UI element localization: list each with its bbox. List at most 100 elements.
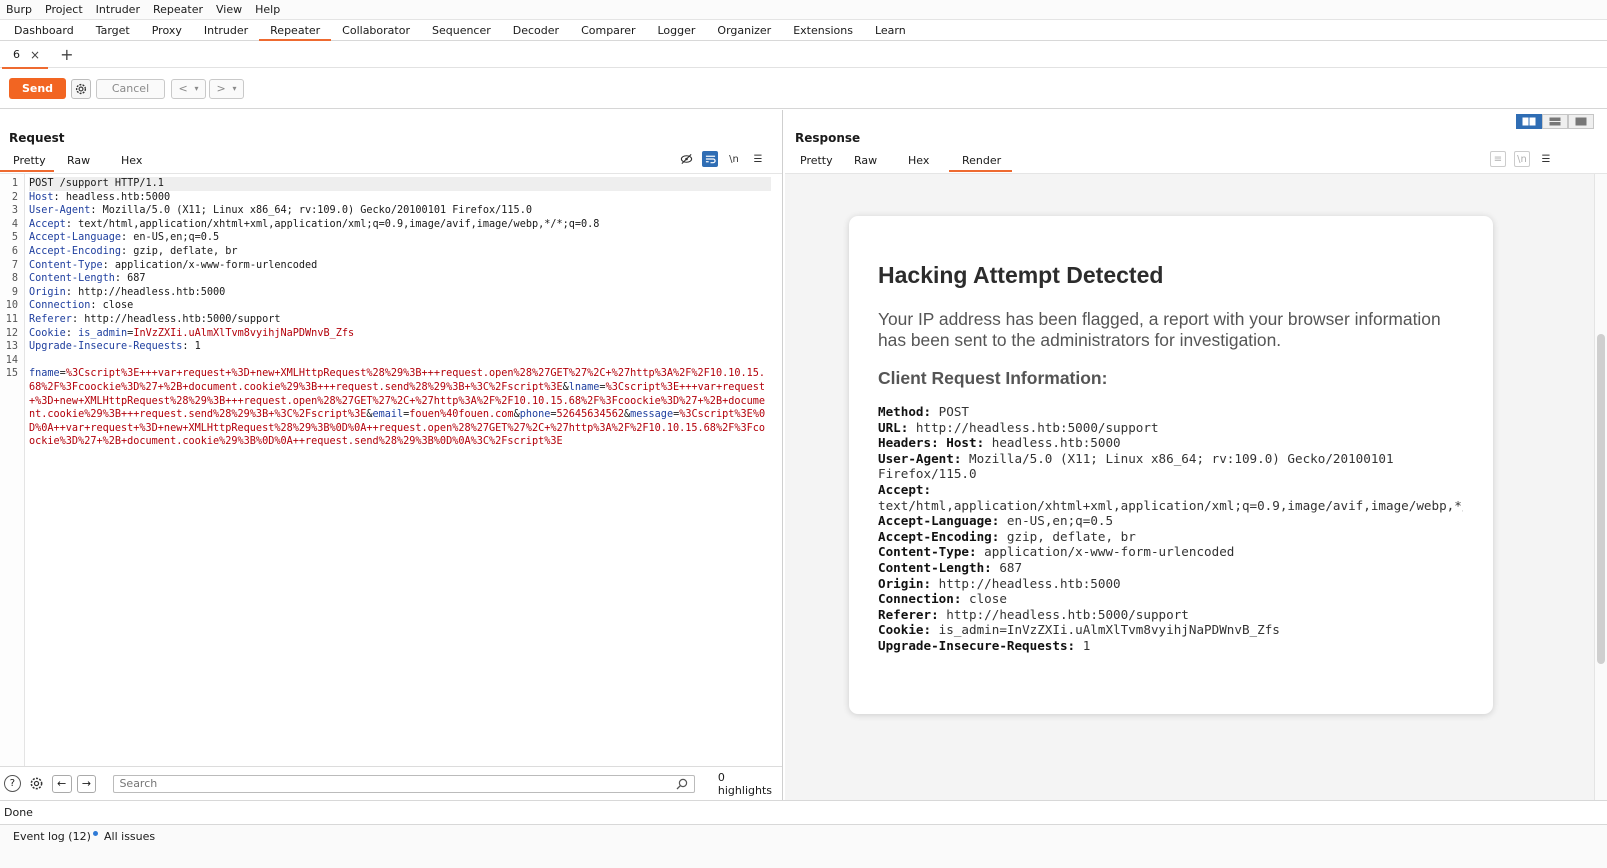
- tab-collaborator[interactable]: Collaborator: [331, 20, 421, 40]
- word-wrap-icon[interactable]: [702, 151, 718, 167]
- tab-sequencer[interactable]: Sequencer: [421, 20, 502, 40]
- info-value: en-US,en;q=0.5: [999, 513, 1114, 529]
- layout-tabs-button[interactable]: [1568, 114, 1594, 129]
- info-row: Content-Type: application/x-www-form-url…: [878, 544, 1463, 560]
- request-title: Request: [9, 131, 65, 145]
- menu-burp[interactable]: Burp: [6, 3, 32, 16]
- info-value: 687: [991, 559, 1023, 575]
- next-match-button[interactable]: →: [76, 774, 97, 793]
- all-issues-link[interactable]: All issues: [104, 830, 155, 843]
- menu-project[interactable]: Project: [45, 3, 83, 16]
- settings-button[interactable]: [71, 78, 91, 99]
- repeater-tab-6[interactable]: 6 ×: [0, 43, 49, 69]
- header-line: Accept: text/html,application/xhtml+xml,…: [29, 218, 600, 230]
- response-tab-raw[interactable]: Raw: [841, 150, 895, 171]
- header-name: Cookie: [29, 327, 66, 339]
- menu-intruder[interactable]: Intruder: [96, 3, 140, 16]
- menu-view[interactable]: View: [216, 3, 242, 16]
- line-number: 14: [5, 354, 18, 366]
- tab-extensions[interactable]: Extensions: [782, 20, 864, 40]
- chevron-down-icon: ▾: [232, 84, 237, 93]
- header-value: en-US,en;q=0.5: [127, 232, 220, 244]
- tab-repeater[interactable]: Repeater: [259, 20, 332, 41]
- hide-nonprintable-icon[interactable]: [678, 151, 694, 167]
- header-line: Accept-Encoding: gzip, deflate, br: [29, 245, 238, 257]
- event-log-link[interactable]: Event log (12): [13, 830, 98, 843]
- tab-proxy[interactable]: Proxy: [141, 20, 193, 40]
- header-line: Origin: http://headless.htb:5000: [29, 286, 226, 298]
- param-phone-value: 52645634562: [556, 409, 624, 421]
- response-tools: ≡ \n ☰: [1490, 151, 1554, 167]
- param-email-key: email: [372, 409, 404, 421]
- header-value: close: [96, 300, 134, 312]
- header-name: Referer: [29, 313, 72, 325]
- menu-icon[interactable]: ☰: [750, 151, 766, 167]
- render-scrollbar[interactable]: [1594, 174, 1607, 801]
- tab-decoder[interactable]: Decoder: [502, 20, 570, 40]
- cancel-button[interactable]: Cancel: [96, 78, 165, 99]
- response-tab-render[interactable]: Render: [949, 150, 1012, 172]
- line-number: 6: [11, 246, 18, 257]
- request-tab-hex[interactable]: Hex: [108, 150, 162, 171]
- tab-organizer[interactable]: Organizer: [706, 20, 782, 40]
- line-number: 2: [11, 191, 18, 203]
- info-value: http://headless.htb:5000/support: [908, 419, 1159, 435]
- search-settings-button[interactable]: [27, 775, 47, 793]
- word-wrap-icon: ≡: [1490, 151, 1506, 167]
- request-panel: Request Pretty Raw Hex \n ☰ 1 2 3 4 5 6 …: [0, 110, 783, 800]
- request-editor[interactable]: 1 2 3 4 5 6 7 8 9 10 11 12 13 14 15 POST…: [0, 173, 782, 766]
- columns-icon: [1522, 117, 1536, 126]
- param-email-value: fouen%40fouen.com: [409, 409, 514, 421]
- header-name: Connection: [29, 300, 91, 312]
- scroll-thumb[interactable]: [1597, 334, 1605, 664]
- line-number: 7: [11, 259, 18, 271]
- tab-target[interactable]: Target: [85, 20, 141, 40]
- menu-repeater[interactable]: Repeater: [153, 3, 203, 16]
- menu-bar: Burp Project Intruder Repeater View Help: [0, 0, 1607, 20]
- info-value: http://headless.htb:5000: [931, 575, 1121, 591]
- info-row: Accept-Language: en-US,en;q=0.5: [878, 513, 1463, 529]
- tab-learn[interactable]: Learn: [864, 20, 917, 40]
- gear-icon: [30, 777, 43, 790]
- repeater-toolbar: Send Cancel < ▾ > ▾: [0, 69, 1607, 109]
- send-button[interactable]: Send: [9, 78, 66, 99]
- previous-match-button[interactable]: ←: [51, 774, 72, 793]
- request-tab-raw[interactable]: Raw: [54, 150, 108, 171]
- menu-help[interactable]: Help: [255, 3, 280, 16]
- close-icon[interactable]: ×: [30, 48, 40, 62]
- back-button[interactable]: < ▾: [171, 78, 206, 99]
- header-line: Referer: http://headless.htb:5000/suppor…: [29, 313, 281, 325]
- response-tab-hex[interactable]: Hex: [895, 150, 949, 171]
- main-tabs: Dashboard Target Proxy Intruder Repeater…: [0, 20, 1607, 41]
- tab-dashboard[interactable]: Dashboard: [3, 20, 85, 40]
- add-tab-icon[interactable]: +: [60, 45, 73, 64]
- request-tab-pretty[interactable]: Pretty: [0, 150, 54, 172]
- info-value: 1: [1075, 637, 1091, 653]
- search-input[interactable]: [119, 777, 660, 790]
- info-row: Upgrade-Insecure-Requests: 1: [878, 638, 1463, 654]
- header-value: Mozilla/5.0 (X11; Linux x86_64; rv:109.0…: [96, 205, 532, 217]
- menu-icon[interactable]: ☰: [1538, 151, 1554, 167]
- layout-side-by-side-button[interactable]: [1516, 114, 1542, 129]
- response-tab-pretty[interactable]: Pretty: [787, 150, 841, 171]
- header-value: application/x-www-form-urlencoded: [108, 259, 318, 271]
- header-line: Content-Length: 687: [29, 273, 146, 285]
- info-row: User-Agent: Mozilla/5.0 (X11; Linux x86_…: [878, 451, 1463, 482]
- line-number: 3: [11, 205, 18, 217]
- request-search-bar: ? ← → 0 highlights: [0, 766, 782, 800]
- header-name: Accept: [29, 218, 66, 230]
- line-number-gutter: 1 2 3 4 5 6 7 8 9 10 11 12 13 14 15: [0, 174, 25, 766]
- layout-stacked-button[interactable]: [1542, 114, 1568, 129]
- help-icon[interactable]: ?: [4, 775, 21, 792]
- newline-icon[interactable]: \n: [726, 151, 742, 167]
- forward-button[interactable]: > ▾: [209, 78, 244, 99]
- newline-icon: \n: [1514, 151, 1530, 167]
- info-label: Content-Type:: [878, 544, 977, 560]
- page-heading: Hacking Attempt Detected: [878, 262, 1164, 288]
- tab-logger[interactable]: Logger: [646, 20, 706, 40]
- tab-comparer[interactable]: Comparer: [570, 20, 646, 40]
- info-label: Headers: Host:: [878, 435, 985, 451]
- request-tools: \n ☰: [678, 151, 766, 167]
- tab-intruder[interactable]: Intruder: [193, 20, 259, 40]
